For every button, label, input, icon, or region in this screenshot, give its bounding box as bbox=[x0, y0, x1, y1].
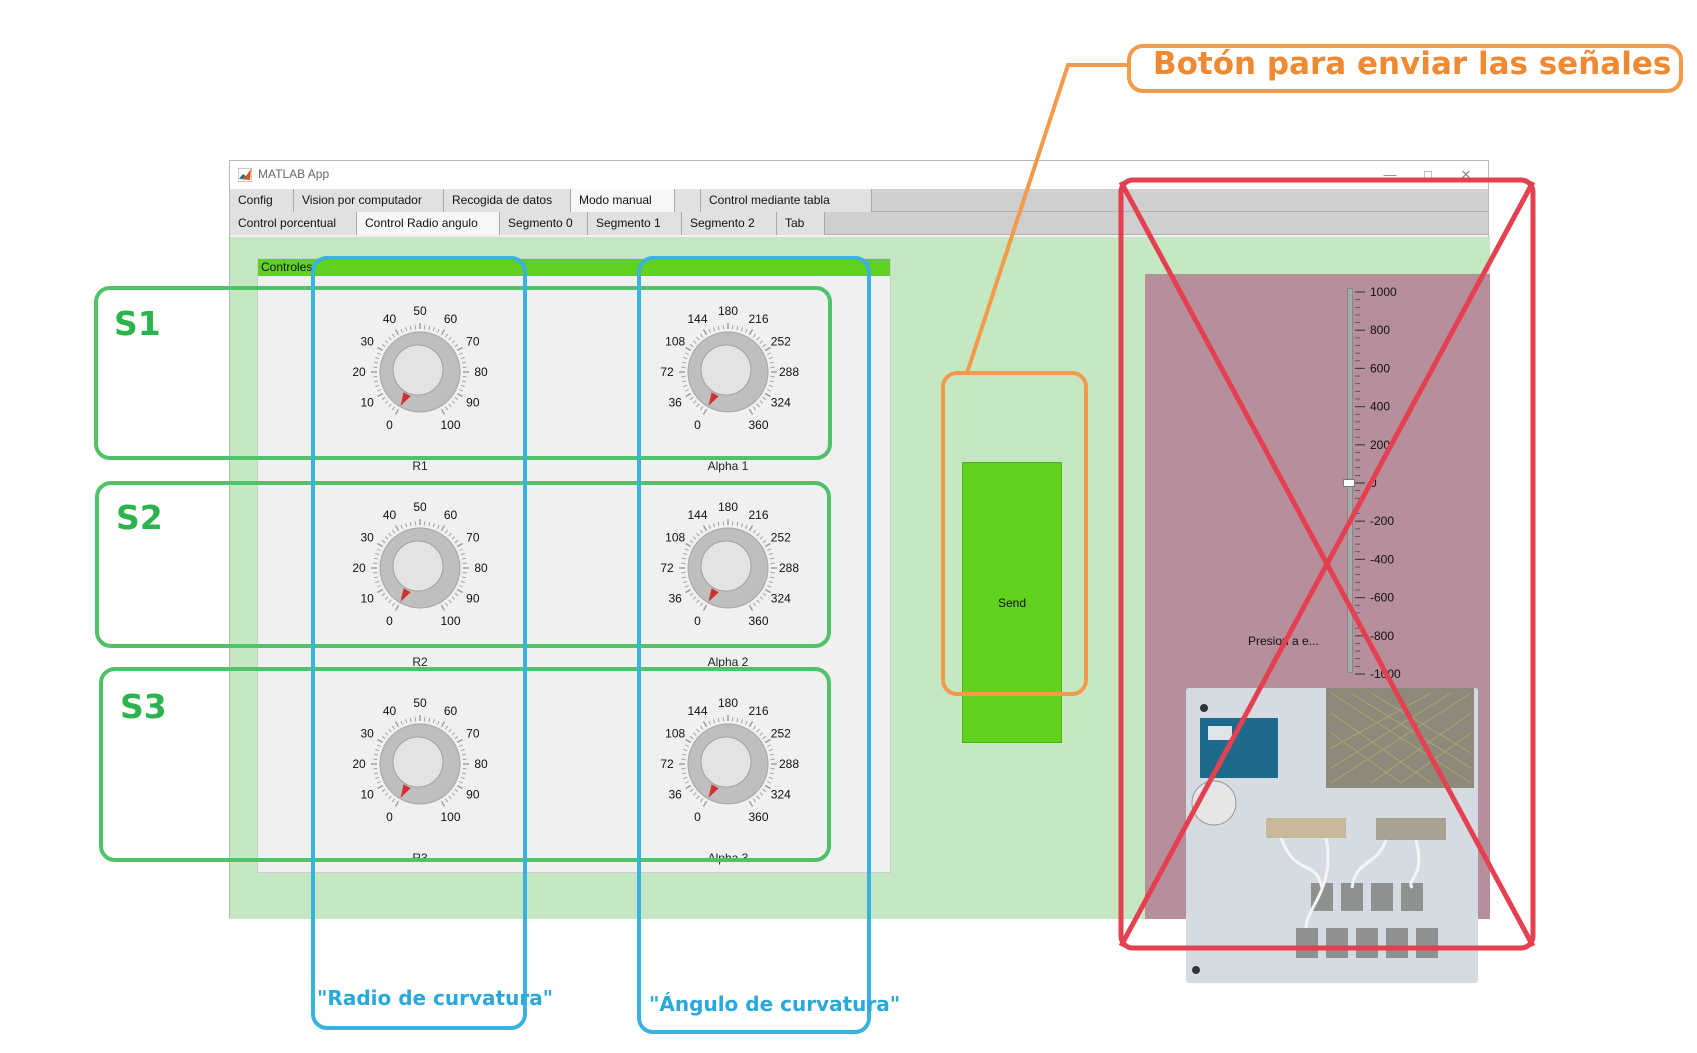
annotation-lines bbox=[965, 63, 1536, 951]
send-button-callout-line bbox=[965, 63, 1129, 374]
